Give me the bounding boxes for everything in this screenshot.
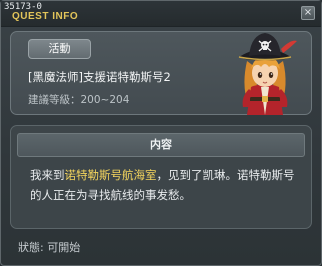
quest-status: 狀態: 可開始: [18, 241, 81, 254]
quest-content-panel: 内容 我来到诺特勒斯号航海室，见到了凯琳。诺特勒斯号的人正在为寻找航线的事发愁。: [10, 125, 312, 229]
content-text-before: 我来到: [30, 168, 65, 182]
content-header: 内容: [17, 133, 305, 157]
event-badge: 活動: [28, 39, 91, 59]
close-button[interactable]: ×: [301, 6, 315, 20]
pirate-captain-portrait-icon: [238, 33, 297, 115]
close-icon: ×: [303, 7, 313, 18]
window-title: QUEST INFO: [12, 11, 79, 22]
title-bar[interactable]: 35173-0 QUEST INFO ×: [1, 1, 321, 27]
quest-summary-panel: 活動 [黑魔法师]支援诺特勒斯号2 建議等級：200~204: [10, 31, 312, 115]
content-description: 我来到诺特勒斯号航海室，见到了凯琳。诺特勒斯号的人正在为寻找航线的事发愁。: [30, 165, 302, 205]
content-highlight-location: 诺特勒斯号航海室: [64, 168, 157, 182]
quest-name: [黑魔法师]支援诺特勒斯号2: [28, 70, 171, 84]
recommended-level: 建議等級：200~204: [28, 94, 130, 106]
quest-info-window: 35173-0 QUEST INFO × 活動 [黑魔法师]支援诺特勒斯号2 建…: [0, 0, 322, 266]
